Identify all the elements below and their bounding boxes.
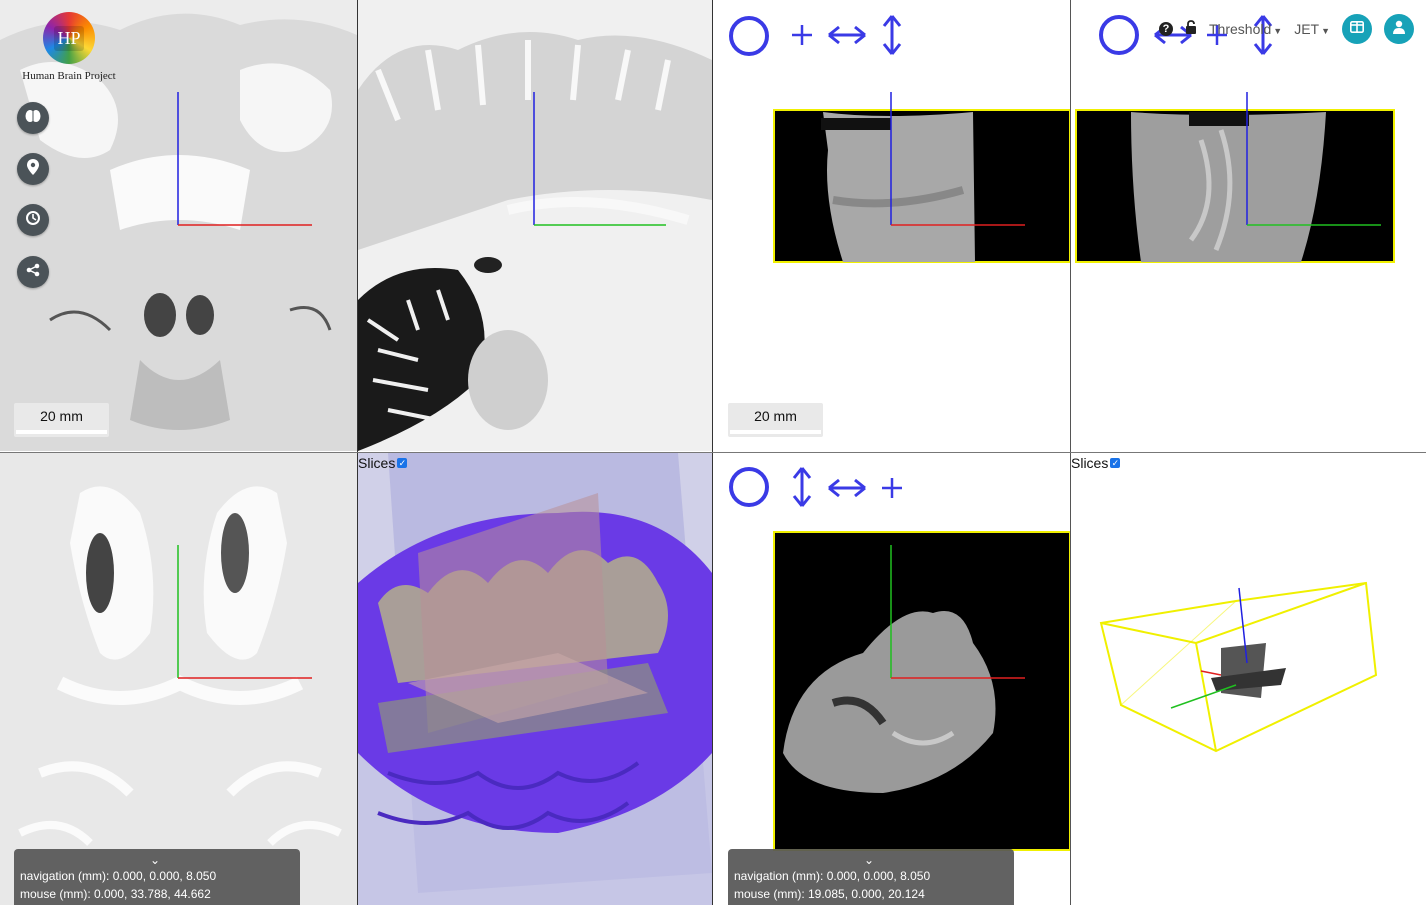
- map-pin-icon: [27, 158, 39, 180]
- slices-toggle[interactable]: Slices ✓: [1071, 455, 1121, 471]
- slices-toggle[interactable]: Slices ✓: [358, 455, 408, 471]
- coronal-oblique-view-panel[interactable]: ? Threshold ▼ JET ▼: [1071, 0, 1426, 451]
- colormap-label: JET: [1294, 21, 1320, 37]
- 3d-brain-render: [358, 453, 712, 905]
- scale-bar: 20 mm: [728, 403, 823, 437]
- circle-tool-icon[interactable]: [728, 466, 770, 513]
- scale-bar-line: [730, 430, 821, 434]
- hbp-logo-caption: Human Brain Project: [22, 70, 116, 82]
- 3d-bbox-view-panel[interactable]: Slices ✓: [1071, 453, 1426, 905]
- sagittal-oblique-image: [773, 531, 1070, 851]
- layout-icon: [1350, 20, 1364, 38]
- sagittal-oblique-view-panel[interactable]: ⌄ navigation (mm): 0.000, 0.000, 8.050 m…: [713, 453, 1070, 905]
- hbp-logo-mark: HP: [43, 12, 95, 64]
- coordinates-panel[interactable]: ⌄ navigation (mm): 0.000, 0.000, 8.050 m…: [14, 849, 300, 905]
- colormap-dropdown[interactable]: JET ▼: [1294, 21, 1330, 37]
- navigation-coordinates: navigation (mm): 0.000, 0.000, 8.050: [20, 869, 217, 883]
- location-button[interactable]: [17, 153, 49, 185]
- axial-oblique-image: [773, 92, 1070, 263]
- user-icon: [1393, 20, 1405, 39]
- coronal-oblique-image: [1075, 92, 1395, 263]
- hbp-logo[interactable]: HP Human Brain Project: [14, 12, 124, 86]
- navigation-coordinates: navigation (mm): 0.000, 0.000, 8.050: [734, 869, 931, 883]
- axial-oblique-view-panel[interactable]: 20 mm: [713, 0, 1070, 451]
- threshold-dropdown[interactable]: Threshold ▼: [1209, 21, 1282, 37]
- scale-bar-line: [16, 430, 107, 434]
- chevron-down-icon: ▼: [1321, 26, 1330, 36]
- share-button[interactable]: [17, 256, 49, 288]
- slices-label: Slices: [358, 455, 396, 471]
- sagittal-tissue-image: [358, 0, 712, 451]
- share-icon: [26, 263, 40, 282]
- threshold-label: Threshold: [1209, 21, 1272, 37]
- chevron-down-icon[interactable]: ⌄: [864, 851, 874, 869]
- layout-button[interactable]: [1342, 14, 1372, 44]
- vertical-arrows-icon[interactable]: [880, 14, 904, 61]
- axial-view-panel[interactable]: ⌄ navigation (mm): 0.000, 0.000, 8.050 m…: [0, 453, 357, 905]
- coronal-view-panel[interactable]: HP Human Brain Project 20 mm: [0, 0, 357, 451]
- panel-divider-horizontal[interactable]: [0, 452, 1426, 453]
- circle-tool-icon[interactable]: [1098, 14, 1140, 61]
- slices-label: Slices: [1071, 455, 1109, 471]
- plus-tool-icon[interactable]: [881, 477, 903, 504]
- viewer-toolbar: ? Threshold ▼ JET ▼: [1159, 14, 1414, 44]
- history-icon: [25, 210, 41, 231]
- sagittal-view-panel[interactable]: [358, 0, 712, 451]
- 3d-view-panel[interactable]: Slices ✓: [358, 453, 712, 905]
- chevron-down-icon: ▼: [1273, 26, 1283, 36]
- scale-bar: 20 mm: [14, 403, 109, 437]
- 3d-bounding-box-render: [1099, 581, 1378, 753]
- history-button[interactable]: [17, 204, 49, 236]
- horizontal-arrows-icon[interactable]: [827, 477, 867, 504]
- plus-tool-icon[interactable]: [791, 24, 813, 51]
- mouse-coordinates: mouse (mm): 0.000, 33.788, 44.662: [20, 887, 211, 901]
- chevron-down-icon[interactable]: ⌄: [150, 851, 160, 869]
- mouse-coordinates: mouse (mm): 19.085, 0.000, 20.124: [734, 887, 925, 901]
- user-profile-button[interactable]: [1384, 14, 1414, 44]
- slices-checkbox[interactable]: ✓: [1110, 458, 1121, 468]
- help-icon[interactable]: ?: [1159, 22, 1173, 36]
- horizontal-arrows-icon[interactable]: [827, 24, 867, 51]
- brain-icon: [25, 109, 41, 128]
- scale-bar-label: 20 mm: [754, 408, 797, 424]
- axial-tissue-image: [0, 453, 357, 905]
- slices-checkbox[interactable]: ✓: [397, 458, 408, 468]
- circle-tool-icon[interactable]: [728, 15, 770, 62]
- lock-icon[interactable]: [1185, 19, 1197, 39]
- scale-bar-label: 20 mm: [40, 408, 83, 424]
- vertical-arrows-icon[interactable]: [790, 466, 814, 513]
- hbp-logo-initials: HP: [54, 25, 84, 51]
- coordinates-panel[interactable]: ⌄ navigation (mm): 0.000, 0.000, 8.050 m…: [728, 849, 1014, 905]
- brain-atlas-button[interactable]: [17, 102, 49, 134]
